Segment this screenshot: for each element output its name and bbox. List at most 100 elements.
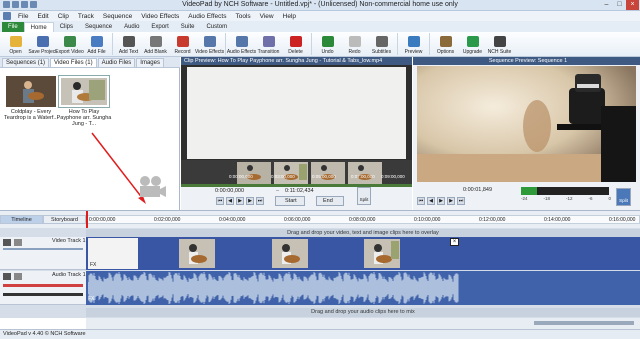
transition-button[interactable]: Transition (255, 32, 282, 57)
prev-frame-button[interactable]: ◀ (226, 197, 234, 205)
ribbon-tabs: File Home Clips Sequence Audio Export Suite Cus… (0, 21, 640, 32)
open-button[interactable]: Open (2, 32, 29, 57)
play-button[interactable]: ▶ (236, 197, 244, 205)
minimize-button[interactable]: – (600, 0, 613, 10)
ribbon-tab-home[interactable]: Home (23, 22, 54, 32)
zoom-slider[interactable] (534, 321, 634, 325)
audio-track-header: Audio Track 1 (0, 271, 86, 305)
maximize-button[interactable]: □ (613, 0, 626, 10)
title-bar: VideoPad by NCH Software - Untitled.vpj*… (0, 0, 640, 11)
close-button[interactable]: × (626, 0, 639, 10)
set-start-button[interactable]: Start (275, 196, 305, 206)
menu-item-edit[interactable]: Edit (37, 13, 48, 20)
add-blank-button[interactable]: Add Blank (142, 32, 169, 57)
ruler-tick-label: 0:08:00,000 (349, 217, 376, 223)
save-project-button[interactable]: Save Project (28, 32, 57, 57)
ribbon-tab-audio[interactable]: Audio (118, 22, 145, 32)
menu-item-view[interactable]: View (260, 13, 274, 20)
audio-meter (521, 187, 609, 195)
clip-timecode: 0:03:00,000 (271, 174, 295, 179)
media-tab[interactable]: Sequences (1) (2, 58, 50, 67)
options-button[interactable]: Options (432, 32, 459, 57)
button-label: Delete (288, 49, 303, 55)
sequence-preview-view[interactable] (417, 66, 636, 182)
audio-drop-zone[interactable]: Drag and drop your audio clips here to m… (86, 308, 640, 317)
audio-effects-button[interactable]: Audio Effects (227, 32, 256, 57)
ribbon-tab-suite[interactable]: Suite (175, 22, 201, 32)
button-label: Subtitles (371, 49, 392, 55)
menu-item-tools[interactable]: Tools (235, 13, 250, 20)
menu-item-clip[interactable]: Clip (58, 13, 69, 20)
lock-icon[interactable] (14, 273, 22, 280)
menu-item-track[interactable]: Track (78, 13, 94, 20)
video-track[interactable]: FX × (86, 237, 640, 270)
menu-item-audio-effects[interactable]: Audio Effects (188, 13, 226, 20)
volume-slider[interactable] (3, 284, 83, 287)
seq-to-start-button[interactable]: ⏮ (417, 197, 425, 205)
to-start-button[interactable]: ⏮ (216, 197, 224, 205)
add-file-button[interactable]: Add File (83, 32, 110, 57)
seq-play-button[interactable]: ▶ (437, 197, 445, 205)
clip-split-button[interactable]: Split (357, 187, 371, 205)
seq-prev-button[interactable]: ◀ (427, 197, 435, 205)
sequence-time-current: 0:00:01,849 (463, 187, 493, 193)
timeline-tabs: Timeline Storyboard (0, 215, 86, 224)
subtitles-icon (375, 36, 388, 47)
button-label: Add Blank (144, 49, 167, 55)
delete-button[interactable]: Delete (282, 32, 309, 57)
menu-item-file[interactable]: File (18, 13, 28, 20)
fx-label: FX (88, 296, 95, 302)
subtitles-button[interactable]: Subtitles (368, 32, 395, 57)
menu-item-help[interactable]: Help (283, 13, 296, 20)
media-thumb-coldplay[interactable] (6, 76, 56, 107)
video-frame (364, 239, 400, 268)
ribbon-tab-clips[interactable]: Clips (54, 22, 79, 32)
lock-icon[interactable] (14, 239, 22, 246)
tab-timeline[interactable]: Timeline (0, 215, 43, 224)
timeline-scrollbar[interactable] (86, 318, 640, 329)
sequence-split-button[interactable]: Split (616, 188, 631, 206)
guitar-player-image (61, 78, 107, 105)
ribbon-tab-custom[interactable]: Custom (200, 22, 233, 32)
media-tab[interactable]: Images (136, 58, 164, 67)
button-label: Record (174, 49, 191, 55)
upgrade-button[interactable]: Upgrade (459, 32, 486, 57)
ribbon-tab-file[interactable]: File (2, 22, 24, 32)
next-frame-button[interactable]: ▶ (246, 197, 254, 205)
undo-button[interactable]: Undo (314, 32, 341, 57)
ruler-tick-label: 0:16:00,000 (609, 217, 636, 223)
ribbon-tab-sequence[interactable]: Sequence (79, 22, 118, 32)
speaker-icon[interactable] (3, 273, 11, 280)
audio-track[interactable]: FX (86, 271, 640, 305)
pan-slider[interactable] (3, 293, 83, 296)
ribbon-tab-export[interactable]: Export (145, 22, 174, 32)
ruler-tick-label: 0:04:00,000 (219, 217, 246, 223)
tab-storyboard[interactable]: Storyboard (43, 215, 86, 224)
redo-button[interactable]: Redo (341, 32, 368, 57)
video-clip-blank[interactable]: FX (88, 238, 138, 269)
menu-item-video-effects[interactable]: Video Effects (141, 13, 179, 20)
media-tab[interactable]: Video Files (1) (50, 58, 97, 67)
menu-item-sequence[interactable]: Sequence (103, 13, 132, 20)
close-icon[interactable]: × (450, 238, 459, 246)
seq-to-end-button[interactable]: ⏭ (457, 197, 465, 205)
eye-icon[interactable] (3, 239, 11, 246)
preview-button[interactable]: Preview (400, 32, 427, 57)
nch-suite-button[interactable]: NCH Suite (486, 32, 513, 57)
clip-time-current: 0:00:00,000 (215, 188, 245, 194)
clip-preview-panel: Clip Preview: How To Play Payphone arr. … (181, 57, 412, 210)
video-effects-button[interactable]: Video Effects (195, 32, 224, 57)
ribbon-toolbar: Open Save Project Export Video Add File Add … (0, 32, 640, 57)
media-thumb-payphone[interactable] (58, 75, 110, 108)
export-video-button[interactable]: Export Video (55, 32, 84, 57)
add-text-button[interactable]: Add Text (115, 32, 142, 57)
button-label: Transition (257, 49, 280, 55)
media-tab[interactable]: Audio Files (97, 58, 136, 67)
seq-next-button[interactable]: ▶ (447, 197, 455, 205)
timeline-ruler[interactable]: 0:00:00,000 0:02:00,000 0:04:00,000 0:06:00… (86, 215, 640, 224)
audio-track-label: Audio Track 1 (52, 272, 86, 278)
set-end-button[interactable]: End (316, 196, 344, 206)
to-end-button[interactable]: ⏭ (256, 197, 264, 205)
record-button[interactable]: Record (169, 32, 196, 57)
media-caption: How To Play Payphone arr. Sungha Jung - … (56, 109, 112, 127)
